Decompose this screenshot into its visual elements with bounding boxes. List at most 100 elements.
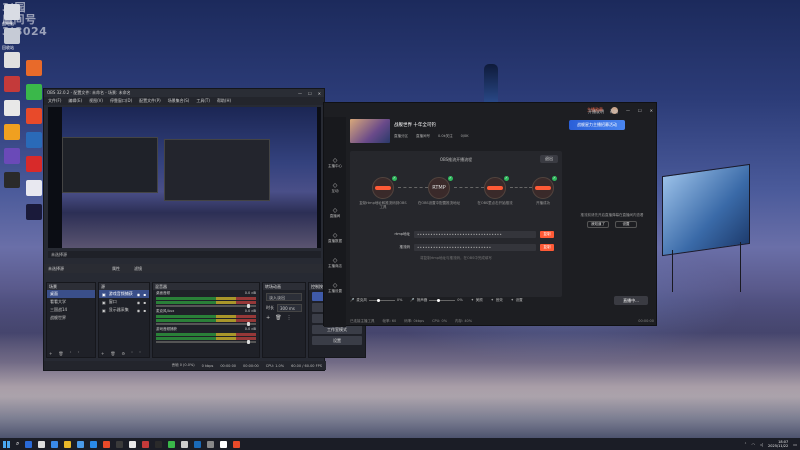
live-status-button[interactable]: 直播中... [614, 295, 648, 305]
live-app-window[interactable]: 主播勋章 — ☐ ✕ ◇ 主播中心 ◇ 互动 ◇ 直播间 ◇ 直播数据 ◇ 主播商店 ◇ 主播设置 战… [323, 102, 657, 327]
chevron-up-icon[interactable]: ˄ [744, 442, 746, 447]
taskbar-app-icon[interactable] [77, 440, 85, 448]
obs-menu-item[interactable]: 场景集合(S) [168, 98, 190, 104]
volume-slider[interactable] [156, 304, 256, 308]
desktop-app-icon[interactable] [4, 52, 20, 68]
desktop-app-icon[interactable] [26, 108, 42, 124]
volume-slider[interactable] [156, 340, 256, 344]
copy-rtmp-button[interactable]: 复制 [540, 230, 554, 238]
stream-meta-item[interactable]: 直播分区 [394, 134, 408, 139]
sidebar-item[interactable]: ◇ 主播中心 [326, 157, 344, 169]
chevron-up-icon[interactable]: ˄ [131, 351, 133, 356]
search-icon[interactable]: ⌕ [16, 440, 19, 448]
scene-item[interactable]: 看看大学 [47, 298, 95, 306]
trash-icon[interactable]: 🗑 [275, 315, 281, 321]
obs-menu-item[interactable]: 文件(F) [48, 98, 61, 104]
copy-key-button[interactable]: 复制 [540, 243, 554, 251]
minimize-icon[interactable]: — [298, 91, 302, 96]
live-control[interactable]: ✦ 音效 [491, 298, 503, 303]
volume-icon[interactable]: ◁ [760, 442, 763, 447]
taskbar-app-icon[interactable] [168, 440, 176, 448]
source-item[interactable]: ▣ 显示器采集 ◉ ▪ [99, 306, 149, 314]
add-icon[interactable]: + [101, 351, 104, 356]
promo-banner[interactable]: 战舰星力主播招募活动 [569, 120, 625, 130]
obs-menu-item[interactable]: 工具(T) [196, 98, 210, 104]
settings-button[interactable]: 设置 [615, 221, 637, 228]
sidebar-item[interactable]: ◇ 直播间 [326, 207, 344, 219]
add-icon[interactable]: + [49, 351, 52, 356]
trash-icon[interactable]: 🗑 [58, 351, 63, 356]
eye-icon[interactable]: ◉ [137, 308, 141, 313]
lock-icon[interactable]: ▪ [143, 292, 146, 297]
obs-menu-item[interactable]: 配置文件(P) [139, 98, 161, 104]
obs-menu-item[interactable]: 视图(V) [89, 98, 103, 104]
live-control[interactable]: 🎤 麦克风 0% [350, 298, 402, 303]
network-icon[interactable]: ◠ [751, 442, 755, 447]
lock-icon[interactable]: ▪ [143, 300, 146, 305]
chevron-down-icon[interactable]: ˅ [77, 351, 79, 356]
close-icon[interactable]: ✕ [650, 108, 653, 113]
stream-meta-item[interactable]: 0.0k关注 [438, 134, 453, 139]
close-icon[interactable]: ✕ [318, 91, 321, 96]
obs-menu-item[interactable]: 停靠窗口(D) [110, 98, 132, 104]
clock[interactable]: 18:07 2025/11/22 [768, 440, 788, 448]
taskbar-app-icon[interactable] [129, 440, 137, 448]
trash-icon[interactable]: 🗑 [110, 351, 115, 356]
desktop-app-icon[interactable] [4, 172, 20, 188]
obs-menu-item[interactable]: 编辑(E) [68, 98, 82, 104]
stream-meta-item[interactable]: 0/0K [461, 134, 469, 139]
live-control-slider[interactable] [429, 298, 456, 302]
scene-item[interactable]: 三国战14 [47, 306, 95, 314]
more-icon[interactable]: ⋮ [287, 315, 292, 321]
transition-select[interactable]: 淡入淡出 [266, 293, 302, 301]
taskbar-app-icon[interactable] [194, 440, 202, 448]
taskbar-app-icon[interactable] [103, 440, 111, 448]
minimize-icon[interactable]: — [626, 108, 630, 113]
maximize-icon[interactable]: ☐ [638, 108, 642, 113]
obs-menu-item[interactable]: 帮助(H) [217, 98, 231, 104]
live-control[interactable]: 🎤 扬声器 0% [410, 298, 462, 303]
rtmp-field[interactable]: •••••••••••••••••••••••••••••••• [414, 230, 536, 238]
obs-window[interactable]: OBS 32.0.2 - 配置文件: 未命名 - 场景: 未命名 — ☐ ✕ 文… [43, 88, 366, 371]
taskbar-app-icon[interactable] [233, 440, 241, 448]
lock-icon[interactable]: ▪ [143, 308, 146, 313]
taskbar-app-icon[interactable] [207, 440, 215, 448]
sidebar-item[interactable]: ◇ 互动 [326, 182, 344, 194]
chevron-down-icon[interactable]: ˅ [139, 351, 141, 356]
stream-cover[interactable] [350, 119, 390, 143]
source-item[interactable]: ▣ 游戏音频捕获 ◉ ▪ [99, 290, 149, 298]
taskbar-app-icon[interactable] [25, 440, 33, 448]
obs-preview[interactable] [48, 107, 321, 248]
gear-icon[interactable]: ⚙ [121, 351, 125, 356]
volume-slider[interactable] [156, 322, 256, 326]
desktop-app-icon[interactable] [4, 28, 20, 44]
desktop-app-icon[interactable] [26, 180, 42, 196]
got-it-button[interactable]: 我知道了 [587, 221, 609, 228]
exit-button[interactable]: 退出 [540, 155, 558, 163]
taskbar-app-icon[interactable] [38, 440, 46, 448]
taskbar-app-icon[interactable] [181, 440, 189, 448]
desktop-app-icon[interactable] [26, 204, 42, 220]
taskbar-app-icon[interactable] [116, 440, 124, 448]
duration-input[interactable]: 300 ms [277, 304, 302, 312]
source-item[interactable]: ▣ 窗口 ◉ ▪ [99, 298, 149, 306]
desktop-app-icon[interactable] [4, 148, 20, 164]
notification-icon[interactable]: ▭ [793, 442, 797, 447]
live-control[interactable]: ✦ 美颜 [471, 298, 483, 303]
eye-icon[interactable]: ◉ [137, 300, 141, 305]
maximize-icon[interactable]: ☐ [308, 91, 312, 96]
sidebar-item[interactable]: ◇ 直播数据 [326, 232, 344, 244]
stream-title[interactable]: 战舰世界 十年全司钓 [394, 122, 436, 128]
desktop-app-icon[interactable] [4, 124, 20, 140]
obs-control-button[interactable]: 设置 [312, 336, 362, 345]
chevron-up-icon[interactable]: ˄ [69, 351, 71, 356]
desktop-app-icon[interactable] [4, 76, 20, 92]
desktop-app-icon[interactable] [26, 60, 42, 76]
add-icon[interactable]: + [266, 315, 270, 321]
windows-start-icon[interactable] [3, 440, 10, 448]
help-link-2[interactable]: 帮助 [610, 109, 618, 115]
desktop-app-icon[interactable] [4, 100, 20, 116]
taskbar-app-icon[interactable] [90, 440, 98, 448]
help-link[interactable]: 开播说明 [588, 109, 604, 115]
live-control-slider[interactable] [368, 298, 395, 302]
